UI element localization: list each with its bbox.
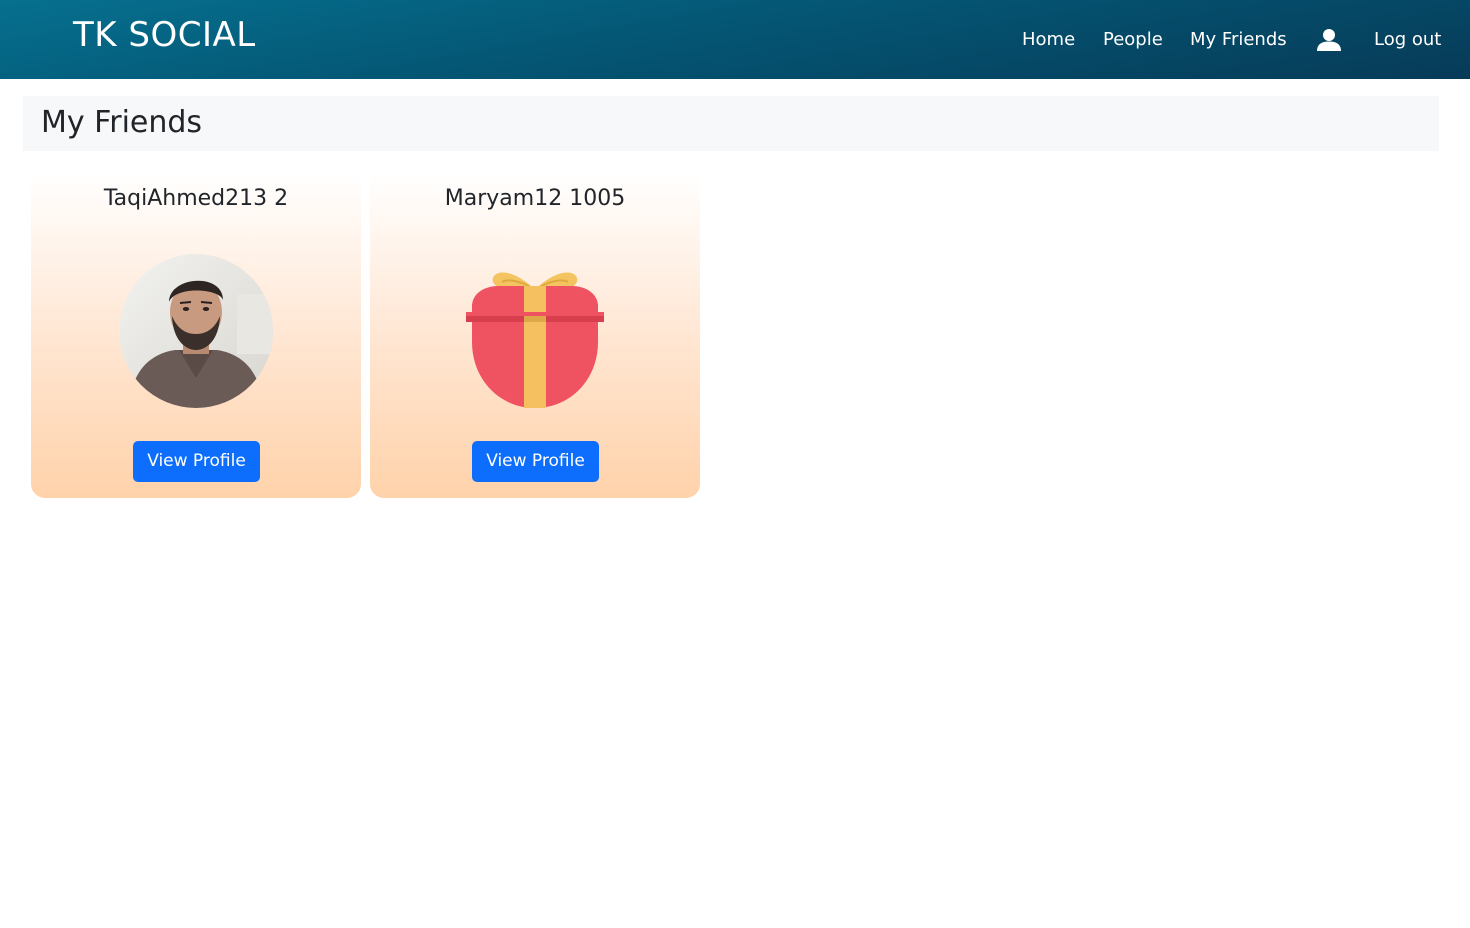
friend-name: TaqiAhmed213 2 [103, 186, 289, 211]
user-icon-graphic [1317, 29, 1341, 51]
nav-people-link[interactable]: People [1103, 28, 1163, 52]
brand-logo[interactable]: TK SOCIAL [73, 14, 256, 56]
page-title: My Friends [41, 105, 203, 140]
view-profile-button[interactable]: View Profile [133, 441, 260, 482]
friend-card: TaqiAhmed213 2 View Profile [31, 172, 361, 498]
avatar [458, 254, 612, 408]
top-navbar: TK SOCIAL Home People My Friends Log out [0, 0, 1470, 79]
user-icon[interactable] [1316, 28, 1342, 52]
friend-name: Maryam12 1005 [444, 186, 626, 211]
nav-my-friends-link[interactable]: My Friends [1190, 28, 1287, 52]
avatar [119, 254, 273, 408]
view-profile-button[interactable]: View Profile [472, 441, 599, 482]
friend-card: Maryam12 1005 View Profile [370, 172, 700, 498]
nav-home-link[interactable]: Home [1022, 28, 1075, 52]
page-header: My Friends [23, 96, 1439, 151]
gift-icon [466, 272, 604, 408]
profile-photo [119, 254, 273, 408]
nav-logout-link[interactable]: Log out [1374, 28, 1441, 52]
